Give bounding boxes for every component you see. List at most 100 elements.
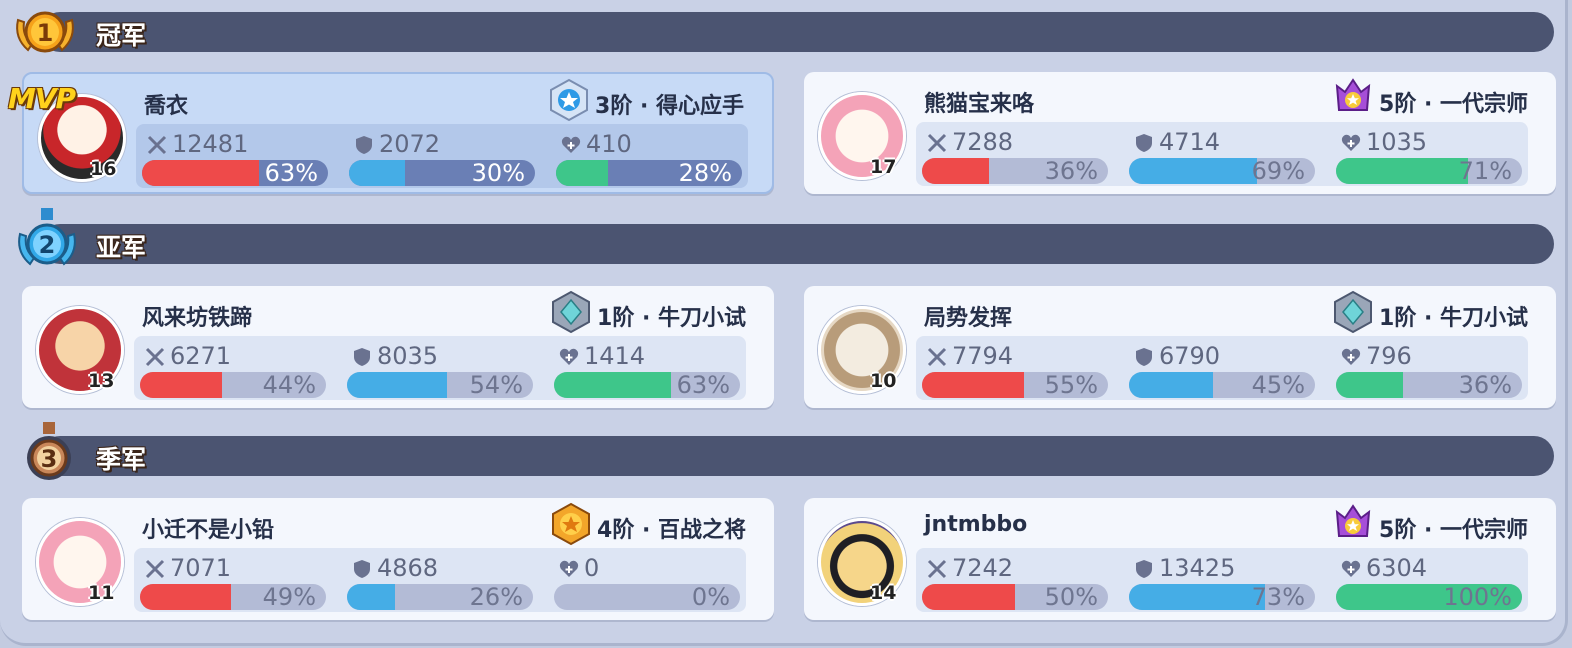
heal-value: 6304: [1366, 554, 1428, 582]
attack-percent: 50%: [1044, 584, 1098, 610]
shield-icon: [354, 348, 370, 366]
crossed-swords-icon: [927, 347, 947, 367]
heal-bar-fill: [1336, 158, 1469, 184]
attack-percent: 36%: [1044, 158, 1098, 184]
attack-bar-fill: [142, 160, 260, 186]
attack-bar: 63%: [142, 160, 328, 186]
rank-label: 5阶 · 一代宗师: [1379, 518, 1528, 543]
heart-plus-icon: [561, 136, 581, 153]
defense-bar-fill: [1129, 158, 1258, 184]
player-card[interactable]: 13 风来坊铁蹄 1阶 · 牛刀小试 6271 44% 8035 54% 141…: [22, 286, 774, 408]
defense-bar-fill: [347, 372, 448, 398]
defense-bar: 30%: [349, 160, 535, 186]
defense-bar: 45%: [1129, 372, 1315, 398]
defense-percent: 54%: [469, 372, 523, 398]
heal-percent: 0%: [691, 584, 730, 610]
heal-value: 0: [584, 554, 600, 582]
attack-bar: 55%: [922, 372, 1108, 398]
crossed-swords-icon: [145, 559, 165, 579]
player-card[interactable]: 17 熊猫宝来咯 5阶 · 一代宗师 7288 36% 4714 69% 103…: [804, 72, 1556, 194]
heal-bar: 0%: [554, 584, 740, 610]
heal-bar: 63%: [554, 372, 740, 398]
shield-icon: [1136, 560, 1152, 578]
heal-value: 410: [586, 130, 632, 158]
defense-value: 4714: [1159, 128, 1221, 156]
shield-icon: [354, 560, 370, 578]
defense-value: 8035: [377, 342, 439, 370]
blue-star-badge-icon: [550, 78, 589, 122]
defense-percent: 30%: [471, 160, 525, 186]
attack-bar-fill: [140, 372, 222, 398]
defense-value: 4868: [377, 554, 439, 582]
stats-panel: 7288 36% 4714 69% 1035 71%: [916, 122, 1528, 186]
heal-percent: 71%: [1458, 158, 1512, 184]
player-card[interactable]: MVP 16 喬衣 3阶 · 得心应手 12481 63% 2072 30% 4…: [8, 72, 774, 194]
rank-label: 3阶 · 得心应手: [595, 94, 744, 119]
heal-bar: 71%: [1336, 158, 1522, 184]
defense-bar: 54%: [347, 372, 533, 398]
group-band-champion: [40, 12, 1554, 52]
stats-panel: 7242 50% 13425 73% 6304 100%: [916, 548, 1528, 612]
defense-bar-fill: [1129, 584, 1265, 610]
heal-bar: 28%: [556, 160, 742, 186]
player-level: 16: [90, 158, 117, 180]
attack-bar: 36%: [922, 158, 1108, 184]
attack-value: 6271: [170, 342, 232, 370]
shield-icon: [356, 136, 372, 154]
teal-diamond-badge-icon: [1334, 290, 1373, 334]
heal-bar-fill: [556, 160, 609, 186]
player-card[interactable]: 14 jntmbbo 5阶 · 一代宗师 7242 50% 13425 73% …: [804, 498, 1556, 620]
stats-panel: 6271 44% 8035 54% 1414 63%: [134, 336, 746, 400]
group-band-third-place: [40, 436, 1554, 476]
svg-text:1: 1: [37, 19, 54, 47]
shield-icon: [1136, 134, 1152, 152]
defense-value: 6790: [1159, 342, 1221, 370]
heal-bar: 36%: [1336, 372, 1522, 398]
teal-diamond-badge-icon: [552, 290, 591, 334]
defense-value: 13425: [1159, 554, 1236, 582]
defense-bar: 73%: [1129, 584, 1315, 610]
svg-text:3: 3: [41, 445, 58, 473]
attack-bar-fill: [922, 158, 989, 184]
attack-bar: 44%: [140, 372, 326, 398]
attack-percent: 49%: [262, 584, 316, 610]
defense-percent: 69%: [1251, 158, 1305, 184]
heal-bar-fill: [1336, 372, 1403, 398]
bronze-medal-3-icon: 3: [27, 422, 71, 480]
heart-plus-icon: [1341, 348, 1361, 365]
attack-bar-fill: [140, 584, 232, 610]
attack-bar: 50%: [922, 584, 1108, 610]
defense-bar: 26%: [347, 584, 533, 610]
svg-text:2: 2: [39, 231, 56, 259]
stats-panel: 12481 63% 2072 30% 410 28%: [136, 124, 748, 188]
rank-label: 1阶 · 牛刀小试: [597, 306, 746, 331]
heal-percent: 63%: [676, 372, 730, 398]
attack-value: 12481: [172, 130, 249, 158]
heart-plus-icon: [559, 560, 579, 577]
player-level: 11: [88, 582, 115, 604]
player-card[interactable]: 10 局势发挥 1阶 · 牛刀小试 7794 55% 6790 45% 796 …: [804, 286, 1556, 408]
player-level: 14: [870, 582, 897, 604]
player-card[interactable]: 11 小迁不是小铅 4阶 · 百战之将 7071 49% 4868 26% 0 …: [22, 498, 774, 620]
shield-icon: [1136, 348, 1152, 366]
player-level: 17: [870, 156, 897, 178]
attack-value: 7242: [952, 554, 1014, 582]
player-name: 小迁不是小铅: [142, 518, 275, 543]
heart-plus-icon: [1341, 560, 1361, 577]
attack-bar-fill: [922, 372, 1025, 398]
crossed-swords-icon: [927, 559, 947, 579]
heal-percent: 28%: [678, 160, 732, 186]
rank-label: 1阶 · 牛刀小试: [1379, 306, 1528, 331]
attack-value: 7071: [170, 554, 232, 582]
attack-value: 7288: [952, 128, 1014, 156]
results-panel: 1 冠军 MVP 16 喬衣 3阶 · 得心应手 12481 63% 2072 …: [0, 0, 1568, 646]
heal-bar-fill: [554, 372, 672, 398]
defense-percent: 73%: [1251, 584, 1305, 610]
stats-panel: 7794 55% 6790 45% 796 36%: [916, 336, 1528, 400]
gold-medal-1-icon: 1: [16, 11, 74, 53]
attack-percent: 44%: [262, 372, 316, 398]
defense-bar-fill: [347, 584, 396, 610]
defense-value: 2072: [379, 130, 441, 158]
attack-value: 7794: [952, 342, 1014, 370]
group-title-third-place: 季军: [96, 445, 147, 474]
